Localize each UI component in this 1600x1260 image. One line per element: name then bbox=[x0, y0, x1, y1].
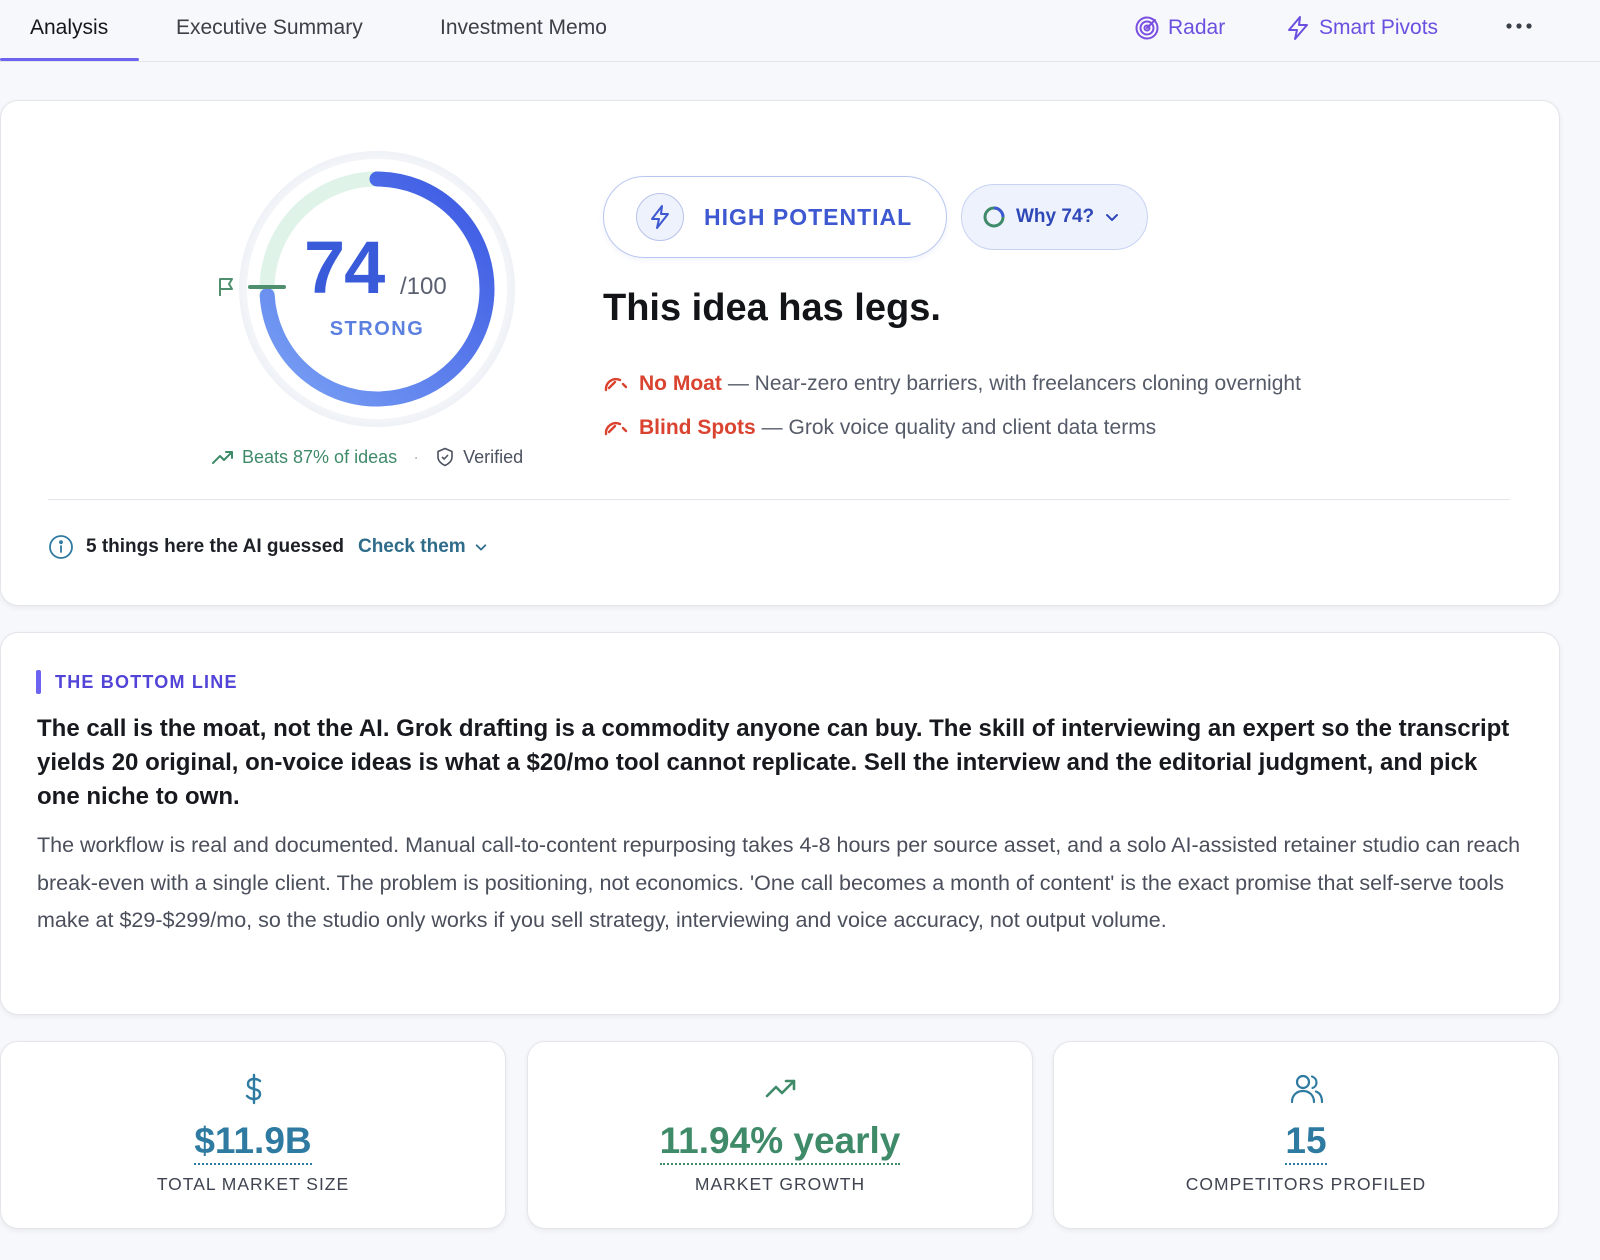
beats-percent: Beats 87% of ideas bbox=[242, 446, 398, 467]
verified-label: Verified bbox=[463, 446, 524, 467]
stat-label: TOTAL MARKET SIZE bbox=[156, 1174, 350, 1194]
radar-label: Radar bbox=[1168, 16, 1226, 39]
bottom-line-title: THE BOTTOM LINE bbox=[55, 672, 238, 692]
lightning-icon bbox=[1288, 16, 1308, 40]
ai-guesses-text: 5 things here the AI guessed bbox=[86, 536, 344, 557]
ai-guesses-row: 5 things here the AI guessed Check them bbox=[48, 532, 488, 562]
radar-icon bbox=[1135, 16, 1159, 40]
more-horizontal-icon bbox=[1506, 23, 1532, 29]
divider bbox=[48, 499, 1510, 500]
stat-card-market-size: $11.9B TOTAL MARKET SIZE bbox=[0, 1041, 506, 1229]
risk-description: — Near-zero entry barriers, with freelan… bbox=[727, 372, 1301, 395]
lightning-icon bbox=[636, 193, 684, 241]
flag-icon bbox=[219, 278, 233, 296]
potential-label: HIGH POTENTIAL bbox=[704, 203, 913, 230]
risk-name: Blind Spots bbox=[639, 416, 756, 439]
benchmark-marker bbox=[248, 285, 286, 289]
chevron-down-icon bbox=[1106, 214, 1119, 221]
check-them-link[interactable]: Check them bbox=[358, 536, 488, 558]
risk-description: — Grok voice quality and client data ter… bbox=[761, 416, 1157, 439]
risk-name: No Moat bbox=[639, 372, 722, 395]
radar-button[interactable]: Radar bbox=[1134, 12, 1225, 44]
risk-item: No Moat — Near-zero entry barriers, with… bbox=[603, 369, 1301, 399]
users-icon bbox=[1290, 1074, 1324, 1104]
score-label: STRONG bbox=[329, 318, 425, 340]
stat-label: MARKET GROWTH bbox=[694, 1174, 866, 1194]
dollar-icon bbox=[245, 1073, 262, 1105]
info-icon bbox=[49, 535, 73, 559]
chevron-down-icon bbox=[475, 544, 486, 551]
why-score-label: Why 74? bbox=[1016, 206, 1095, 227]
tab-analysis[interactable]: Analysis bbox=[0, 0, 140, 61]
section-accent-bar bbox=[36, 670, 41, 694]
trending-up-icon bbox=[765, 1079, 796, 1098]
smart-pivots-label: Smart Pivots bbox=[1319, 16, 1439, 39]
tab-investment-memo[interactable]: Investment Memo bbox=[440, 0, 607, 61]
trending-up-icon bbox=[212, 451, 233, 464]
why-score-dropdown[interactable]: Why 74? bbox=[961, 184, 1148, 250]
shield-check-icon bbox=[437, 447, 453, 467]
separator-dot: · bbox=[413, 446, 420, 467]
stat-value: $11.9B bbox=[1, 1118, 505, 1165]
bottom-line-body: The workflow is real and documented. Man… bbox=[37, 833, 1521, 932]
potential-badge[interactable]: HIGH POTENTIAL bbox=[603, 176, 947, 258]
score-max: /100 bbox=[400, 273, 447, 300]
tab-executive-summary[interactable]: Executive Summary bbox=[176, 0, 363, 61]
smart-pivots-button[interactable]: Smart Pivots bbox=[1285, 12, 1438, 44]
score-value: 74 bbox=[304, 226, 385, 309]
verdict-headline: This idea has legs. bbox=[603, 287, 941, 329]
score-footnote: Beats 87% of ideas · Verified bbox=[212, 444, 523, 470]
risk-item: Blind Spots — Grok voice quality and cli… bbox=[603, 413, 1156, 443]
stat-card-competitors: 15 COMPETITORS PROFILED bbox=[1053, 1041, 1559, 1229]
stat-card-market-growth: 11.94% yearly MARKET GROWTH bbox=[527, 1041, 1033, 1229]
progress-ring-icon bbox=[983, 206, 1005, 228]
check-them-label: Check them bbox=[357, 536, 466, 557]
more-options-button[interactable] bbox=[1504, 10, 1534, 42]
stat-label: COMPETITORS PROFILED bbox=[1185, 1174, 1427, 1194]
bottom-line-lead: The call is the moat, not the AI. Grok d… bbox=[37, 715, 1510, 810]
top-tab-bar: Analysis Executive Summary Investment Me… bbox=[0, 0, 1600, 62]
warning-gauge-icon bbox=[604, 422, 628, 436]
stat-value: 11.94% yearly bbox=[528, 1118, 1032, 1165]
warning-gauge-icon bbox=[604, 378, 628, 392]
stat-value: 15 bbox=[1054, 1118, 1558, 1165]
